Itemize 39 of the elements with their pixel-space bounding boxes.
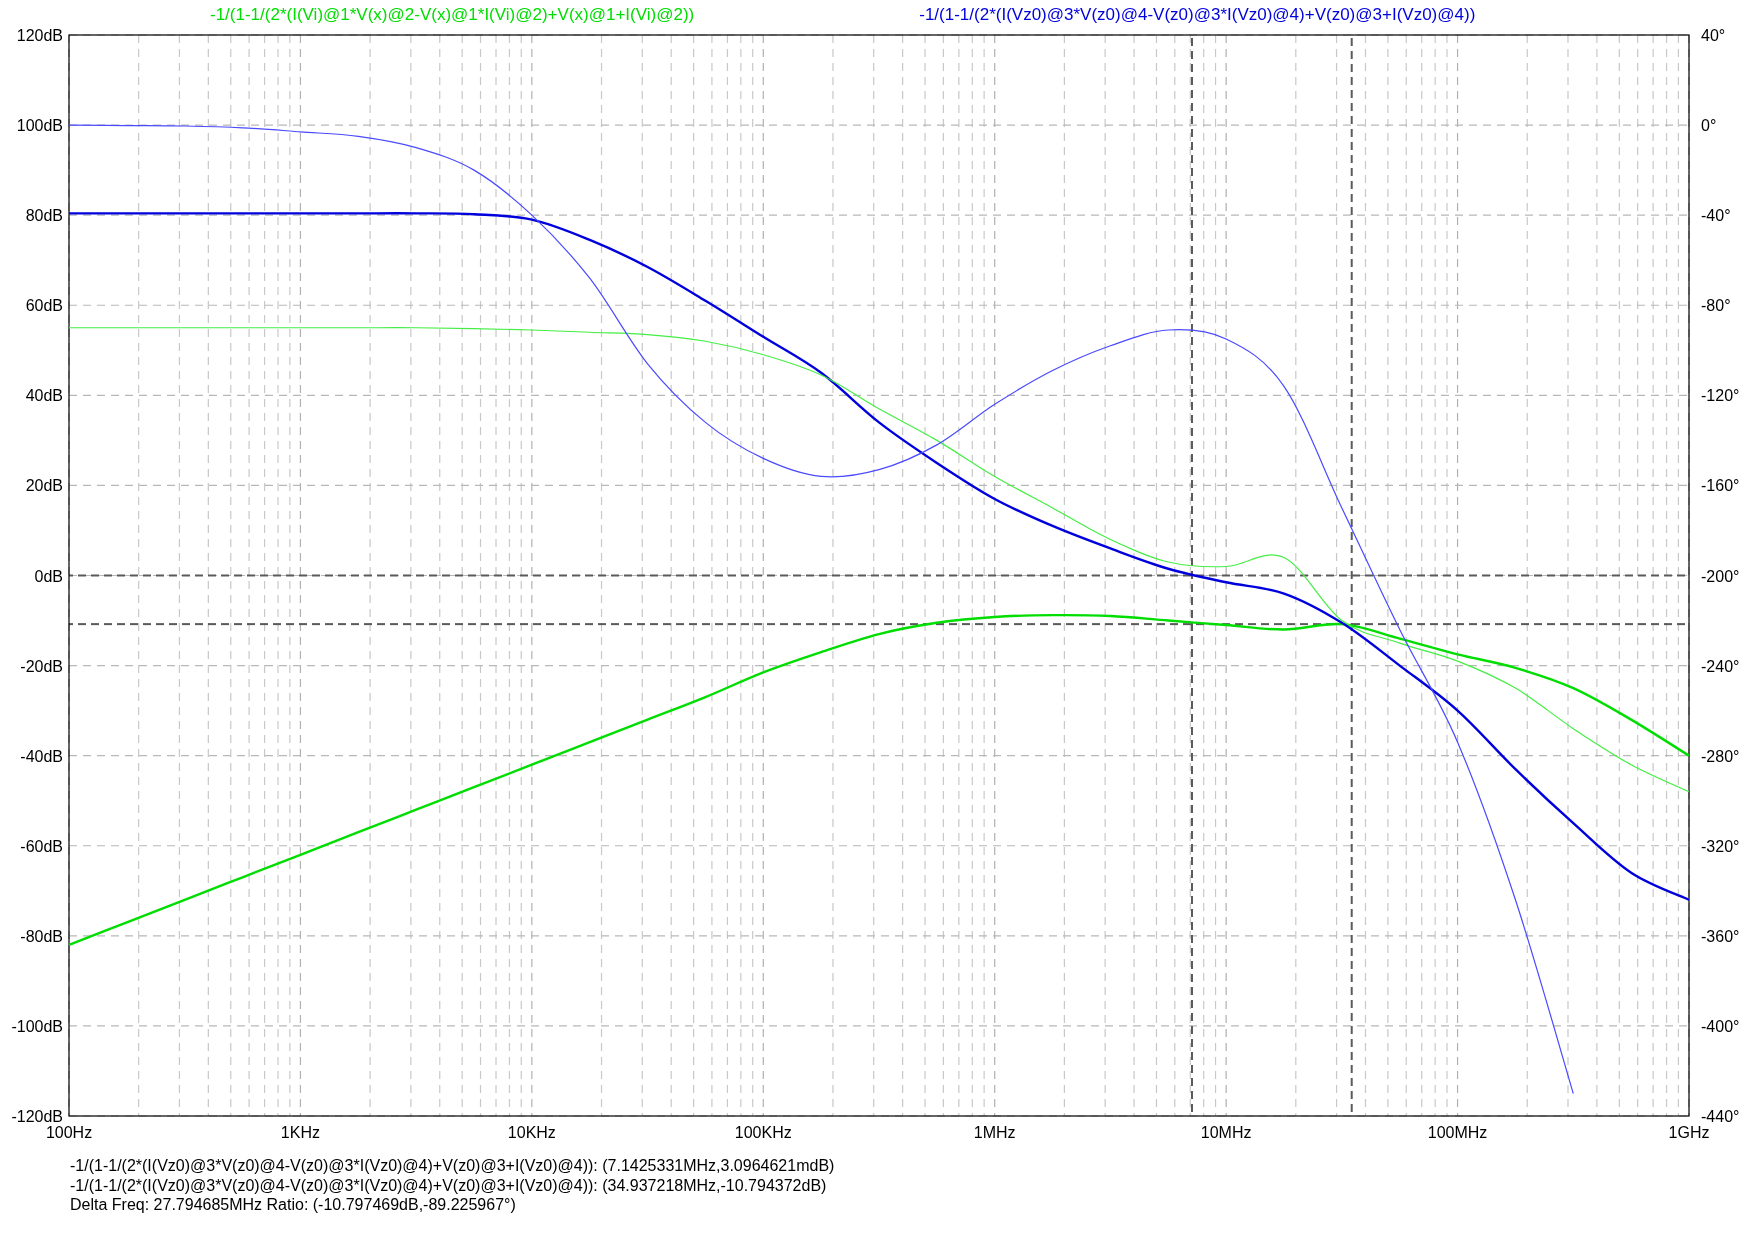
axis-label: -120° — [1701, 387, 1740, 405]
trace-legend-label: -1/(1-1/(2*(I(Vz0)@3*V(z0)@4-V(z0)@3*I(Vz0)@4)+V(z0)@3+I(Vz0)@4)) — [919, 5, 1476, 25]
axis-label: -100dB — [11, 1017, 63, 1035]
axis-label: 1GHz — [1668, 1124, 1710, 1141]
axis-label: 100dB — [16, 117, 63, 135]
axis-label: -160° — [1701, 477, 1740, 495]
axis-label: 20dB — [25, 477, 63, 495]
axis-label: 10MHz — [1200, 1124, 1252, 1141]
axis-label: 40° — [1701, 27, 1726, 44]
axis-label: 0° — [1701, 117, 1717, 135]
cursor-readout: -1/(1-1/(2*(I(Vz0)@3*V(z0)@4-V(z0)@3*I(Vz0)@4)+V(z0)@3+I(Vz0)@4)): (7.1425331MHz,3.0964621mdB) — [70, 1156, 836, 1176]
axis-label: -120dB — [11, 1108, 63, 1125]
axis-label: 10KHz — [507, 1124, 556, 1141]
axis-label: 100MHz — [1427, 1124, 1488, 1141]
axis-label: 60dB — [25, 297, 63, 315]
axis-label: -360° — [1701, 927, 1740, 945]
trace-legend-label: -1/(1-1/(2*(I(Vi)@1*V(x)@2-V(x)@1*I(Vi)@2)+V(x)@1+I(Vi)@2)) — [210, 5, 695, 25]
axis-label: -240° — [1701, 657, 1740, 675]
axis-label: 100KHz — [734, 1124, 792, 1141]
axis-label: 0dB — [34, 567, 63, 585]
axis-label: -280° — [1701, 747, 1740, 765]
axis-label: -320° — [1701, 837, 1740, 855]
axis-label: 1MHz — [973, 1124, 1016, 1141]
axis-label: 120dB — [16, 27, 63, 44]
axis-label: -40° — [1701, 207, 1731, 225]
axis-label: 1KHz — [280, 1124, 320, 1141]
axis-label: -80dB — [20, 927, 63, 945]
cursor-readout: -1/(1-1/(2*(I(Vz0)@3*V(z0)@4-V(z0)@3*I(Vz0)@4)+V(z0)@3+I(Vz0)@4)): (34.937218MHz,-10.794372dB) — [70, 1175, 828, 1195]
axis-label: -20dB — [20, 657, 63, 675]
axis-label: 100Hz — [45, 1124, 93, 1141]
cursor-readout: Delta Freq: 27.794685MHz Ratio: (-10.797469dB,-89.225967°) — [70, 1195, 517, 1215]
axis-label: -200° — [1701, 567, 1740, 585]
axis-label: -400° — [1701, 1017, 1740, 1035]
axis-label: -80° — [1701, 297, 1731, 315]
axis-label: 40dB — [25, 387, 63, 405]
axis-label: -60dB — [20, 837, 63, 855]
axis-label: -440° — [1701, 1108, 1740, 1125]
axis-label: -40dB — [20, 747, 63, 765]
axis-label: 80dB — [25, 207, 63, 225]
